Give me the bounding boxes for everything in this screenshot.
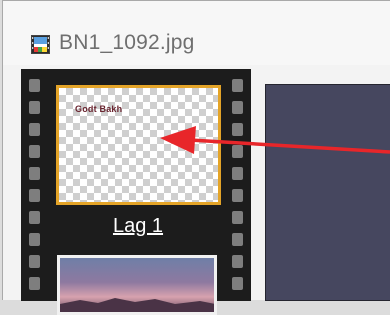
app-window: BN1_1092.jpg Godt Bakh Lag 1: [2, 0, 390, 315]
sprocket-hole: [29, 167, 40, 180]
title-bar: BN1_1092.jpg: [3, 1, 390, 65]
layer-thumbnail-photo[interactable]: [57, 255, 217, 315]
sprocket-hole: [232, 123, 243, 136]
sprocket-hole: [232, 145, 243, 158]
sprocket-hole: [29, 145, 40, 158]
layer-name-label[interactable]: Lag 1: [73, 215, 203, 238]
sprocket-hole: [29, 255, 40, 268]
sunset-photo-thumbnail: [60, 298, 214, 312]
film-image-icon: [31, 35, 50, 54]
sprocket-hole: [232, 101, 243, 114]
sprocket-hole: [232, 189, 243, 202]
sprocket-hole: [232, 255, 243, 268]
sprocket-hole: [232, 79, 243, 92]
sprocket-hole: [232, 167, 243, 180]
window-title: BN1_1092.jpg: [59, 31, 195, 54]
sprocket-hole: [29, 101, 40, 114]
sprocket-hole: [29, 277, 40, 290]
sprocket-hole: [29, 123, 40, 136]
sprocket-hole: [232, 277, 243, 290]
sprocket-hole: [232, 211, 243, 224]
layers-filmstrip[interactable]: Godt Bakh Lag 1: [21, 69, 251, 315]
sprocket-hole: [29, 189, 40, 202]
thumbnail-text: Godt Bakh: [75, 104, 123, 114]
sprocket-hole: [29, 233, 40, 246]
image-canvas[interactable]: [265, 84, 390, 301]
layer-thumbnail-selected[interactable]: Godt Bakh: [56, 85, 221, 205]
sprocket-hole: [232, 233, 243, 246]
sprocket-hole: [29, 79, 40, 92]
sprocket-hole: [29, 211, 40, 224]
